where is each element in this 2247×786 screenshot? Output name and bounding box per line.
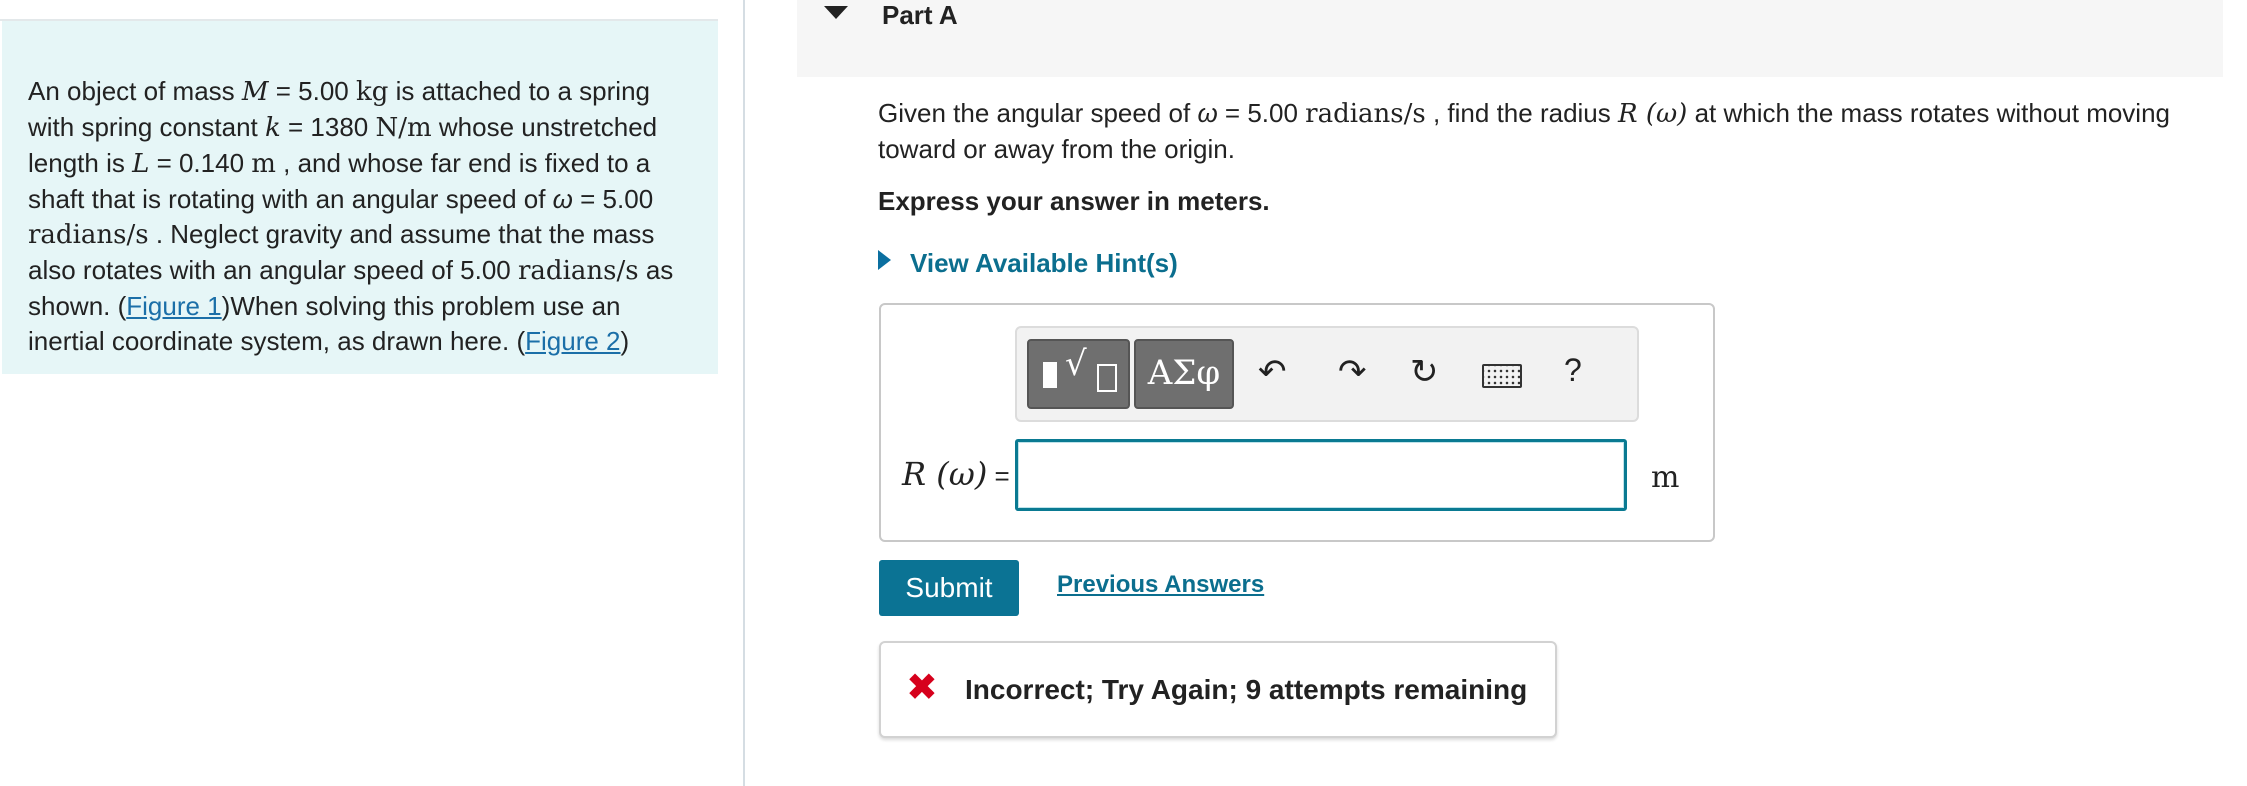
figure-1-link[interactable]: Figure 1 — [126, 291, 221, 321]
greek-symbols-button[interactable]: ΑΣφ — [1134, 339, 1234, 409]
panel-divider — [743, 0, 745, 786]
question-text: Given the angular speed of ω = 5.00 radi… — [878, 96, 2208, 167]
length-unit: m — [251, 149, 276, 179]
feedback-message: Incorrect; Try Again; 9 attempts remaini… — [965, 674, 1528, 705]
problem-text-segment: = 1380 — [280, 112, 376, 142]
angular-speed-unit: radians/s — [1305, 99, 1426, 129]
hint-caret-icon[interactable] — [878, 250, 891, 270]
part-title: Part A — [882, 0, 958, 30]
submit-button[interactable]: Submit — [879, 560, 1019, 616]
redo-icon[interactable]: ↷ — [1338, 352, 1367, 392]
spring-constant-unit: N/m — [375, 113, 432, 143]
angular-speed-unit: radians/s — [518, 256, 639, 286]
collapse-caret-icon[interactable] — [824, 6, 848, 19]
spring-constant-symbol: k — [265, 113, 281, 143]
help-icon[interactable]: ? — [1564, 352, 1582, 389]
radius-expression: R (ω) — [1618, 99, 1688, 129]
answer-input[interactable] — [1015, 439, 1627, 511]
answer-unit: m — [1651, 460, 1680, 495]
answer-instruction: Express your answer in meters. — [878, 186, 1270, 216]
mass-unit: kg — [355, 77, 389, 107]
template-block-icon — [1043, 362, 1057, 388]
question-text-segment: , find the radius — [1425, 98, 1618, 128]
length-symbol: L — [132, 149, 150, 179]
radical-icon: √ — [1065, 344, 1087, 384]
problem-text-segment: = 5.00 — [268, 76, 356, 106]
equals-sign: = — [987, 461, 1010, 491]
incorrect-x-icon: ✖ — [906, 667, 938, 709]
view-hints-link[interactable]: View Available Hint(s) — [910, 248, 1178, 279]
reset-icon[interactable]: ↻ — [1410, 352, 1439, 392]
problem-text-segment: ) — [620, 326, 630, 356]
problem-panel: An object of mass M = 5.00 kg is attache… — [0, 0, 718, 786]
question-text-segment: = 5.00 — [1217, 98, 1306, 128]
problem-text-segment: = 5.00 — [572, 184, 654, 214]
mass-symbol: M — [241, 77, 269, 107]
part-header[interactable] — [797, 0, 2223, 77]
answer-label: R (ω) = — [902, 455, 1010, 493]
answer-variable: R (ω) — [902, 455, 988, 493]
problem-text-segment: = 0.140 — [149, 148, 252, 178]
problem-statement: An object of mass M = 5.00 kg is attache… — [28, 74, 698, 359]
omega-symbol: ω — [552, 184, 573, 214]
angular-speed-unit: radians/s — [28, 220, 149, 250]
template-box-icon — [1097, 364, 1117, 392]
omega-symbol: ω — [1197, 98, 1218, 128]
keyboard-icon[interactable] — [1482, 364, 1522, 388]
undo-icon[interactable]: ↶ — [1258, 352, 1287, 392]
figure-2-link[interactable]: Figure 2 — [525, 326, 620, 356]
previous-answers-link[interactable]: Previous Answers — [1057, 571, 1264, 599]
problem-text-segment: An object of mass — [28, 76, 242, 106]
question-text-segment: Given the angular speed of — [878, 98, 1198, 128]
